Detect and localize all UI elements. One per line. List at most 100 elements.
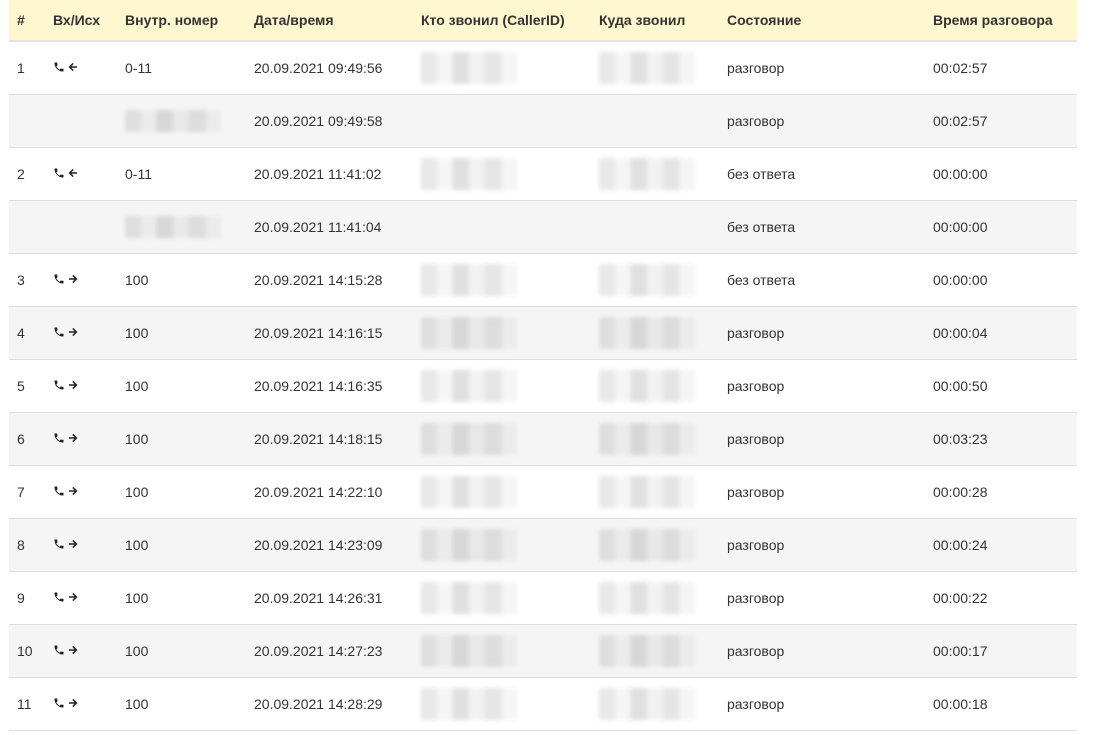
redacted-caller-id — [421, 529, 517, 561]
direction-cell — [45, 200, 117, 254]
column-header-datetime[interactable]: Дата/время — [246, 0, 413, 42]
table-row[interactable]: 20.09.2021 09:49:58 разговор 00:02:57 — [9, 94, 1077, 148]
arrow-right-icon — [67, 379, 79, 391]
table-row[interactable]: 6 100 20.09.2021 14:18:15 разговор 00:03:23 — [9, 412, 1077, 466]
status-cell: без ответа — [719, 253, 925, 307]
extension-cell: 100 — [117, 359, 246, 413]
table-row[interactable]: 4 100 20.09.2021 14:16:15 разговор 00:00:04 — [9, 306, 1077, 360]
caller-cell — [413, 147, 591, 201]
phone-icon — [53, 167, 65, 179]
callee-cell — [591, 306, 719, 360]
status-cell: разговор — [719, 465, 925, 519]
extension-cell: 100 — [117, 465, 246, 519]
table-row[interactable]: 10 100 20.09.2021 14:27:23 разговор 00:00:17 — [9, 624, 1077, 678]
direction-cell — [45, 677, 117, 731]
direction-icons — [53, 538, 79, 550]
redacted-callee — [599, 582, 695, 614]
direction-cell — [45, 412, 117, 466]
column-header-duration[interactable]: Время разговора — [925, 0, 1077, 42]
arrow-right-icon — [67, 697, 79, 709]
datetime-cell: 20.09.2021 14:18:15 — [246, 412, 413, 466]
column-header-caller[interactable]: Кто звонил (CallerID) — [413, 0, 591, 42]
caller-cell — [413, 253, 591, 307]
row-number: 5 — [9, 359, 45, 413]
callee-cell — [591, 677, 719, 731]
direction-icons — [53, 326, 79, 338]
status-cell: разговор — [719, 677, 925, 731]
column-header-extension[interactable]: Внутр. номер — [117, 0, 246, 42]
extension-cell — [117, 200, 246, 254]
redacted-caller-id — [421, 317, 517, 349]
table-row[interactable]: 2 0-11 20.09.2021 11:41:02 без ответа 00:00:… — [9, 147, 1077, 201]
arrow-right-icon — [67, 432, 79, 444]
arrow-right-icon — [67, 485, 79, 497]
arrow-right-icon — [67, 644, 79, 656]
table-row[interactable]: 7 100 20.09.2021 14:22:10 разговор 00:00:28 — [9, 465, 1077, 519]
callee-cell — [591, 94, 719, 148]
table-row[interactable]: 9 100 20.09.2021 14:26:31 разговор 00:00:22 — [9, 571, 1077, 625]
duration-cell: 00:00:28 — [925, 465, 1077, 519]
caller-cell — [413, 624, 591, 678]
datetime-cell: 20.09.2021 09:49:58 — [246, 94, 413, 148]
redacted-caller-id — [421, 370, 517, 402]
direction-icons — [53, 591, 79, 603]
status-cell: разговор — [719, 41, 925, 95]
calls-table: # Вх/Исх Внутр. номер Дата/время Кто зво… — [9, 0, 1077, 731]
phone-icon — [53, 379, 65, 391]
extension-cell — [117, 94, 246, 148]
caller-cell — [413, 94, 591, 148]
caller-cell — [413, 359, 591, 413]
table-row[interactable]: 1 0-11 20.09.2021 09:49:56 разговор 00:02:57 — [9, 41, 1077, 95]
datetime-cell: 20.09.2021 14:16:35 — [246, 359, 413, 413]
phone-icon — [53, 644, 65, 656]
row-number: 10 — [9, 624, 45, 678]
table-row[interactable]: 5 100 20.09.2021 14:16:35 разговор 00:00:50 — [9, 359, 1077, 413]
table-row[interactable]: 3 100 20.09.2021 14:15:28 без ответа 00:00:0… — [9, 253, 1077, 307]
direction-cell — [45, 147, 117, 201]
redacted-caller-id — [421, 264, 517, 296]
redacted-callee — [599, 688, 695, 720]
duration-cell: 00:00:00 — [925, 253, 1077, 307]
redacted-caller-id — [421, 158, 517, 190]
extension-cell: 100 — [117, 518, 246, 572]
caller-cell — [413, 571, 591, 625]
caller-cell — [413, 677, 591, 731]
extension-cell: 0-11 — [117, 41, 246, 95]
redacted-callee — [599, 158, 695, 190]
column-header-callee[interactable]: Куда звонил — [591, 0, 719, 42]
extension-cell: 100 — [117, 253, 246, 307]
direction-cell — [45, 624, 117, 678]
callee-cell — [591, 253, 719, 307]
redacted-callee — [599, 476, 695, 508]
table-row[interactable]: 20.09.2021 11:41:04 без ответа 00:00:00 — [9, 200, 1077, 254]
table-row[interactable]: 11 100 20.09.2021 14:28:29 разговор 00:00:18 — [9, 677, 1077, 731]
callee-cell — [591, 518, 719, 572]
direction-icons — [53, 485, 79, 497]
direction-icons — [53, 697, 79, 709]
row-number: 11 — [9, 677, 45, 731]
column-header-num[interactable]: # — [9, 0, 45, 42]
status-cell: разговор — [719, 412, 925, 466]
duration-cell: 00:00:17 — [925, 624, 1077, 678]
phone-icon — [53, 273, 65, 285]
direction-cell — [45, 306, 117, 360]
column-header-direction[interactable]: Вх/Исх — [45, 0, 117, 42]
redacted-callee — [599, 423, 695, 455]
datetime-cell: 20.09.2021 11:41:04 — [246, 200, 413, 254]
row-number: 3 — [9, 253, 45, 307]
table-row[interactable]: 8 100 20.09.2021 14:23:09 разговор 00:00:24 — [9, 518, 1077, 572]
datetime-cell: 20.09.2021 14:28:29 — [246, 677, 413, 731]
redacted-caller-id — [421, 52, 517, 84]
row-number — [9, 94, 45, 148]
phone-icon — [53, 538, 65, 550]
row-number: 7 — [9, 465, 45, 519]
duration-cell: 00:02:57 — [925, 41, 1077, 95]
column-header-status[interactable]: Состояние — [719, 0, 925, 42]
phone-icon — [53, 697, 65, 709]
status-cell: разговор — [719, 94, 925, 148]
direction-icons — [53, 167, 79, 179]
redacted-callee — [599, 635, 695, 667]
caller-cell — [413, 41, 591, 95]
direction-cell — [45, 94, 117, 148]
callee-cell — [591, 147, 719, 201]
